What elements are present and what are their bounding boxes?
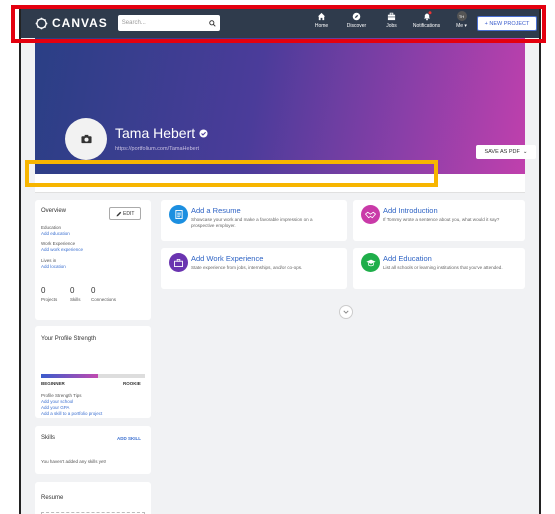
add-resume-card[interactable]: Add a Resume Showcase your work and make… [161,200,347,241]
expand-suggestions-button[interactable] [339,305,353,319]
lives-in-label: Lives in [41,258,57,263]
add-education-title[interactable]: Add Education [383,254,432,263]
skills-title: Skills [41,435,56,441]
overview-card: Overview EDIT Education Add education Wo… [35,200,151,320]
connections-label[interactable]: Connections [91,297,116,302]
profile-strength-title: Your Profile Strength [41,336,97,342]
profile-strength-card: Your Profile Strength BEGINNER ROOKIE Pr… [35,326,151,418]
resume-title: Resume [41,495,64,501]
projects-count: 0 [41,286,46,295]
resume-icon [174,210,183,219]
edit-button[interactable]: EDIT [109,207,141,220]
profile-cover: Tama Hebert https://portfolium.com/TamaH… [35,38,536,174]
add-education-desc: List all schools or learning institution… [383,265,503,270]
add-skill-button[interactable]: ADD SKILL [117,436,141,441]
chevron-down-icon: ⌄ [522,149,528,155]
overview-title: Overview [41,208,67,214]
connections-count: 0 [91,286,96,295]
tip-add-skill[interactable]: Add a skill to a portfolio project [41,411,102,416]
add-work-experience-title[interactable]: Add Work Experience [191,254,263,263]
add-resume-title[interactable]: Add a Resume [191,206,241,215]
skills-empty-text: You haven't added any skills yet! [41,459,106,464]
briefcase-icon-circle [169,253,188,272]
add-introduction-title[interactable]: Add Introduction [383,206,438,215]
level-rookie: ROOKIE [123,381,141,386]
camera-icon [80,134,92,144]
add-work-experience-desc: State experience from jobs, internships,… [191,265,303,270]
resume-icon-circle [169,205,188,224]
add-work-experience-card[interactable]: Add Work Experience State experience fro… [161,248,347,289]
add-introduction-card[interactable]: Add Introduction If Tommy wrote a senten… [353,200,525,241]
chevron-down-icon [343,310,349,314]
navbar-highlight-box [11,5,546,43]
strength-tips-label: Profile Strength Tips [41,393,82,398]
projects-label[interactable]: Projects [41,297,57,302]
add-work-experience-link[interactable]: Add work experience [41,247,83,252]
handshake-icon-circle [361,205,380,224]
add-education-link[interactable]: Add education [41,231,70,236]
education-label: Education [41,225,62,230]
briefcase-icon [174,258,183,267]
tabs-highlight-box [25,160,438,187]
save-as-pdf-button[interactable]: SAVE AS PDF ⌄ [476,145,536,159]
skills-count: 0 [70,286,75,295]
add-introduction-desc: If Tommy wrote a sentence about you, wha… [383,217,500,222]
add-education-card[interactable]: Add Education List all schools or learni… [353,248,525,289]
add-resume-desc: Showcase your work and make a favorable … [191,217,313,228]
mortarboard-icon-circle [361,253,380,272]
skills-label[interactable]: Skills [70,297,81,302]
skills-card: Skills ADD SKILL You haven't added any s… [35,426,151,474]
verified-icon [199,128,208,138]
work-experience-label: Work Experience [41,241,76,246]
tip-add-gpa[interactable]: Add your GPA [41,405,69,410]
add-location-link[interactable]: Add location [41,264,66,269]
resume-card: Resume [35,482,151,514]
tip-add-school[interactable]: Add your school [41,399,73,404]
handshake-icon [365,211,376,218]
browser-frame: CANVAS Search... Home Discover Jobs Noti… [19,8,541,514]
pencil-icon [116,211,121,216]
level-beginner: BEGINNER [41,381,65,386]
profile-url[interactable]: https://portfolium.com/TamaHebert [115,146,199,152]
strength-progress-bar [41,374,99,378]
mortarboard-icon [365,259,376,266]
profile-avatar[interactable] [65,118,107,160]
profile-name: Tama Hebert [115,125,208,141]
